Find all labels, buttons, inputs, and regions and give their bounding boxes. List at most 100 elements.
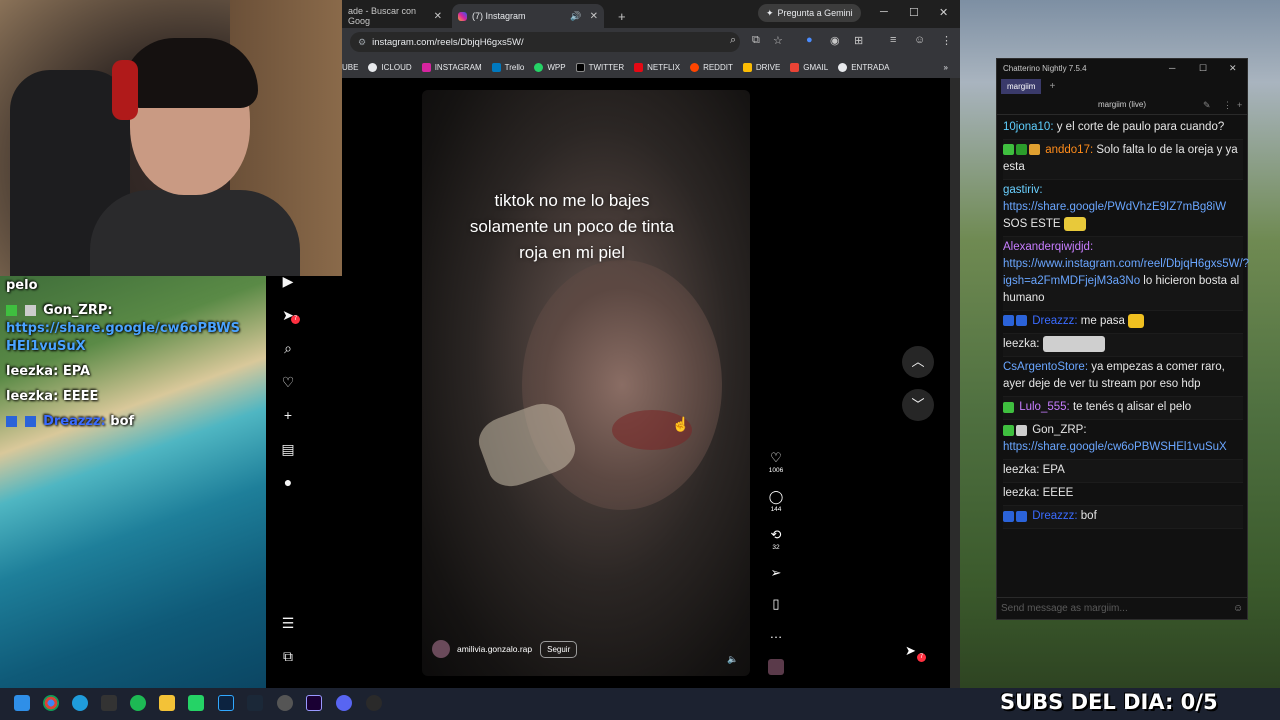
tab-margiim[interactable]: margiim bbox=[1001, 78, 1042, 94]
bookmark-instagram[interactable]: INSTAGRAM bbox=[421, 62, 482, 72]
menu-icon[interactable]: ☰ bbox=[279, 614, 297, 632]
edit-icon[interactable]: ✎ bbox=[1203, 95, 1211, 115]
channel-header: margiim (live) ✎ ⋮ + bbox=[997, 95, 1247, 115]
profile-avatar[interactable]: ● bbox=[279, 473, 297, 491]
bookmark-gmail[interactable]: GMAIL bbox=[790, 62, 828, 72]
close-window-icon[interactable]: ✕ bbox=[939, 6, 948, 19]
chat-message[interactable]: 10jona10: y el corte de paulo para cuand… bbox=[1003, 117, 1243, 140]
install-icon[interactable]: ⧉ bbox=[752, 34, 760, 47]
folder-icon bbox=[838, 62, 848, 72]
messages-icon[interactable]: ➤ bbox=[905, 643, 916, 659]
speaker-icon[interactable]: 🔊 bbox=[570, 11, 581, 22]
heart-icon[interactable]: ♡ bbox=[279, 373, 297, 391]
bookmark-twitter[interactable]: TWITTER bbox=[575, 62, 624, 72]
close-icon[interactable]: ✕ bbox=[590, 11, 598, 22]
tab-google-search[interactable]: ade - Buscar con Goog ✕ bbox=[342, 4, 448, 28]
photoshop-icon[interactable] bbox=[218, 695, 234, 711]
bookmark-drive[interactable]: DRIVE bbox=[742, 62, 780, 72]
previous-reel-button[interactable]: ︿ bbox=[902, 346, 934, 378]
more-bookmarks-icon[interactable]: » bbox=[944, 63, 948, 72]
profile-avatar[interactable]: ☺ bbox=[914, 34, 925, 46]
reels-icon[interactable]: ▶ bbox=[279, 272, 297, 290]
bookmark-netflix[interactable]: NETFLIX bbox=[634, 62, 680, 72]
bookmark-whatsapp[interactable]: WPP bbox=[534, 62, 566, 72]
add-tab-icon[interactable]: + bbox=[1049, 81, 1055, 92]
emoji-icon[interactable]: ☺ bbox=[1233, 598, 1243, 620]
chrome-menu-icon[interactable]: ⋮ bbox=[941, 34, 952, 47]
chat-message[interactable]: leezka: EEEE bbox=[1003, 483, 1243, 507]
windows-start-icon[interactable] bbox=[14, 695, 30, 711]
chat-message[interactable]: Dreazzz: me pasa bbox=[1003, 311, 1243, 334]
bookmark-reddit[interactable]: REDDIT bbox=[690, 62, 733, 72]
minimize-icon[interactable]: ─ bbox=[880, 6, 888, 18]
chrome-icon[interactable] bbox=[43, 695, 59, 711]
chat-message[interactable]: Gon_ZRP: https://share.google/cw6oPBWSHE… bbox=[1003, 420, 1243, 461]
follow-button[interactable]: Seguir bbox=[540, 640, 578, 658]
meta-apps-icon[interactable]: ⧉ bbox=[279, 647, 297, 665]
file-explorer-icon[interactable] bbox=[159, 695, 175, 711]
maximize-icon[interactable]: ☐ bbox=[909, 6, 919, 19]
extension-icon[interactable]: ● bbox=[806, 34, 813, 46]
comment-button[interactable]: ◯ 144 bbox=[766, 490, 786, 514]
more-options-button[interactable]: … bbox=[766, 627, 786, 641]
dashboard-icon[interactable]: ▤ bbox=[279, 440, 297, 458]
create-icon[interactable]: + bbox=[279, 406, 297, 424]
chat-message[interactable]: gastiriv: https://share.google/PWdVhzE9I… bbox=[1003, 180, 1243, 237]
add-split-icon[interactable]: + bbox=[1237, 95, 1242, 115]
site-info-icon[interactable]: ⚙ bbox=[358, 37, 366, 48]
reel-video[interactable] bbox=[422, 90, 750, 676]
minimize-icon[interactable]: ─ bbox=[1169, 63, 1175, 73]
chat-message[interactable]: CsArgentoStore: ya empezas a comer raro,… bbox=[1003, 357, 1243, 398]
author-username[interactable]: amilivia.gonzalo.rap bbox=[457, 644, 532, 654]
chat-message[interactable]: leezka: bbox=[1003, 334, 1243, 358]
messages-badge: 7 bbox=[917, 653, 926, 662]
edge-icon[interactable] bbox=[72, 695, 88, 711]
extension-icon[interactable]: ◉ bbox=[830, 34, 840, 47]
chat-message[interactable]: leezka: EPA bbox=[1003, 460, 1243, 484]
chat-message[interactable]: Dreazzz: bof bbox=[1003, 506, 1243, 530]
stream-chat-overlay: pelo Gon_ZRP: https://share.google/cw6oP… bbox=[6, 277, 264, 438]
media-icon[interactable]: ≡ bbox=[890, 34, 896, 46]
chat-message[interactable]: anddo17: Solo falta lo de la oreja y ya … bbox=[1003, 140, 1243, 180]
author-avatar[interactable] bbox=[432, 640, 450, 658]
gift-badge-icon bbox=[1029, 144, 1040, 156]
repost-button[interactable]: ⟲ 32 bbox=[766, 528, 786, 552]
app-icon[interactable] bbox=[101, 695, 117, 711]
chat-link[interactable]: https://share.google/PWdVhzE9IZ7mBg8iW bbox=[1003, 201, 1226, 213]
discord-icon[interactable] bbox=[336, 695, 352, 711]
maximize-icon[interactable]: ☐ bbox=[1199, 63, 1207, 74]
chatterino-icon[interactable] bbox=[366, 695, 382, 711]
premiere-icon[interactable] bbox=[306, 695, 322, 711]
share-button[interactable]: ➢ bbox=[766, 566, 786, 580]
chat-input[interactable]: Send message as margiim... ☺ bbox=[997, 597, 1247, 619]
search-icon[interactable]: ⌕ bbox=[279, 339, 297, 357]
url-input[interactable]: ⚙ instagram.com/reels/DbjqH6gxs5W/ bbox=[350, 32, 740, 52]
next-reel-button[interactable]: ﹀ bbox=[902, 389, 934, 421]
bookmark-entrada[interactable]: ENTRADA bbox=[838, 62, 889, 72]
new-tab-button[interactable]: + bbox=[612, 4, 632, 28]
chat-link[interactable]: https://share.google/cw6oPBWSHEl1vuSuX bbox=[1003, 441, 1227, 453]
mute-icon[interactable]: 🔈 bbox=[727, 654, 738, 665]
bookmark-icloud[interactable]: ICLOUD bbox=[368, 62, 412, 72]
sub-badge-icon bbox=[1016, 315, 1027, 327]
spotify-icon[interactable] bbox=[130, 695, 146, 711]
bookmark-trello[interactable]: Trello bbox=[491, 62, 524, 72]
steam-icon[interactable] bbox=[247, 695, 263, 711]
menu-dots-icon[interactable]: ⋮ bbox=[1223, 95, 1232, 115]
close-icon[interactable]: ✕ bbox=[434, 11, 442, 22]
extensions-puzzle-icon[interactable]: ⊞ bbox=[854, 34, 863, 47]
close-icon[interactable]: ✕ bbox=[1229, 63, 1237, 74]
save-button[interactable]: ▯ bbox=[766, 597, 786, 611]
bookmark-star-icon[interactable]: ☆ bbox=[773, 34, 783, 47]
gemini-button[interactable]: ✦ Pregunta a Gemini bbox=[758, 4, 861, 22]
whatsapp-icon[interactable] bbox=[188, 695, 204, 711]
chat-message[interactable]: Lulo_555: te tenés q alisar el pelo bbox=[1003, 397, 1243, 421]
like-button[interactable]: ♡ 1006 bbox=[766, 451, 786, 475]
chat-message[interactable]: Alexanderqiwjdjd: https://www.instagram.… bbox=[1003, 237, 1249, 311]
zoom-icon[interactable]: ⌕ bbox=[730, 34, 736, 47]
bookmark-youtube[interactable]: UBE bbox=[342, 63, 358, 72]
tab-instagram[interactable]: (7) Instagram 🔊 ✕ bbox=[452, 4, 604, 28]
audio-button[interactable] bbox=[766, 659, 786, 675]
page-scrollbar[interactable] bbox=[950, 78, 960, 688]
obs-icon[interactable] bbox=[277, 695, 293, 711]
